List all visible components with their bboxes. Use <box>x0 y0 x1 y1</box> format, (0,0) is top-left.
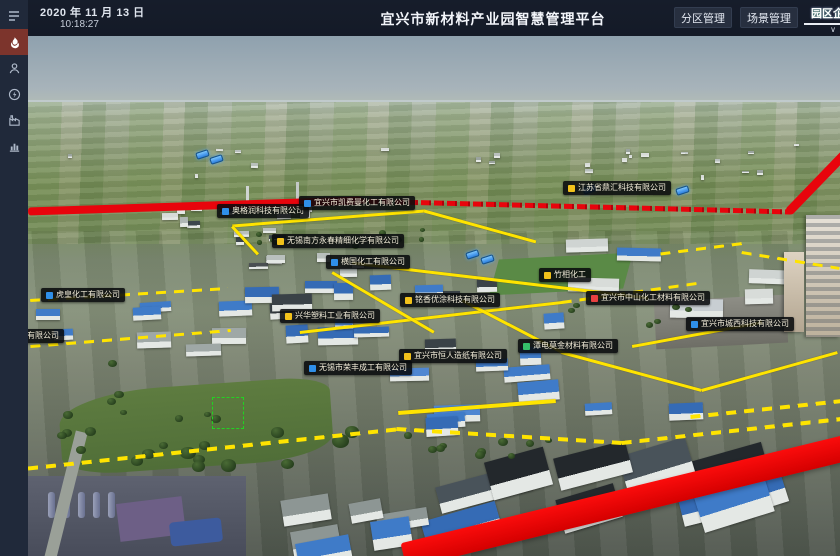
company-label-text: 无锡市荣丰成工有限公司 <box>319 363 407 373</box>
company-label-text: 铭香优涂科技有限公司 <box>415 295 495 305</box>
company-label[interactable]: 宜兴市恒人造纸有限公司 <box>399 349 507 363</box>
company-label[interactable]: 无锡南方永春精细化学有限公司 <box>272 234 404 248</box>
company-label[interactable]: 潭电莫金材料有限公司 <box>518 339 618 353</box>
app-window: 2020 年 11 月 13 日 10:18:27 宜兴市新材料产业园智慧管理平… <box>0 0 840 556</box>
company-label-text: 宜兴市城西科技有限公司 <box>701 319 789 329</box>
company-marker-icon <box>222 208 229 215</box>
company-marker-icon <box>277 238 284 245</box>
company-label[interactable]: 虎皇化工有限公司 <box>41 288 125 302</box>
company-marker-icon <box>591 295 598 302</box>
scene-management-button[interactable]: 场景管理 <box>740 7 798 28</box>
company-label-text: 江苏省鼎汇科技有限公司 <box>578 183 666 193</box>
map-label-layer: 奥格润科技有限公司宜兴市凯费曼化工有限公司无锡南方永春精细化学有限公司横国化工有… <box>28 36 840 556</box>
company-marker-icon <box>544 272 551 279</box>
company-label[interactable]: 江苏省鼎汇科技有限公司 <box>563 181 671 195</box>
company-marker-icon <box>404 353 411 360</box>
chevron-down-icon: ∨ <box>804 25 840 34</box>
bar-chart-icon-glyph <box>8 140 21 153</box>
park-enterprise-dropdown[interactable]: 园区企业 ∨ <box>804 5 840 31</box>
menu-icon-glyph <box>7 9 21 23</box>
company-marker-icon <box>309 365 316 372</box>
menu-icon[interactable] <box>0 3 28 29</box>
company-label-text: 竹相化工 <box>554 270 586 280</box>
company-label-text: 宜兴市恒人造纸有限公司 <box>414 351 502 361</box>
company-label[interactable]: 宜兴市中山化工材料有限公司 <box>586 291 710 305</box>
company-marker-icon <box>304 200 311 207</box>
power-icon[interactable] <box>0 81 28 107</box>
page-title: 宜兴市新材料产业园智慧管理平台 <box>298 9 688 29</box>
dropdown-label: 园区企业 <box>804 5 840 25</box>
fire-icon-glyph <box>8 36 21 49</box>
user-icon-glyph <box>8 62 21 75</box>
company-label-text: 宜兴市中山化工材料有限公司 <box>601 293 705 303</box>
factory-icon-glyph <box>8 114 21 127</box>
company-marker-icon <box>691 321 698 328</box>
header-date: 2020 年 11 月 13 日 <box>40 4 145 20</box>
company-label[interactable]: 兴华塑料工业有限公司 <box>280 309 380 323</box>
company-label-text: 宏博新材料科技有限公司 <box>28 331 59 341</box>
company-label-text: 潭电莫金材料有限公司 <box>533 341 613 351</box>
company-marker-icon <box>405 297 412 304</box>
company-label-text: 兴华塑料工业有限公司 <box>295 311 375 321</box>
fire-icon[interactable] <box>0 29 28 55</box>
left-toolbar <box>0 0 28 556</box>
company-marker-icon <box>285 313 292 320</box>
company-label[interactable]: 竹相化工 <box>539 268 591 282</box>
company-label[interactable]: 宜兴市凯费曼化工有限公司 <box>299 196 415 210</box>
company-marker-icon <box>46 292 53 299</box>
zone-management-button[interactable]: 分区管理 <box>674 7 732 28</box>
selection-box <box>212 397 244 429</box>
company-label[interactable]: 无锡市荣丰成工有限公司 <box>304 361 412 375</box>
power-icon-glyph <box>8 88 21 101</box>
company-marker-icon <box>568 185 575 192</box>
company-label-text: 宜兴市凯费曼化工有限公司 <box>314 198 410 208</box>
top-header: 2020 年 11 月 13 日 10:18:27 宜兴市新材料产业园智慧管理平… <box>28 0 840 36</box>
company-marker-icon <box>331 259 338 266</box>
company-label[interactable]: 横国化工有限公司 <box>326 255 410 269</box>
user-icon[interactable] <box>0 55 28 81</box>
header-time: 10:18:27 <box>60 19 99 30</box>
factory-icon[interactable] <box>0 107 28 133</box>
company-label-text: 虎皇化工有限公司 <box>56 290 120 300</box>
company-label-text: 无锡南方永春精细化学有限公司 <box>287 236 399 246</box>
bar-chart-icon[interactable] <box>0 133 28 159</box>
company-label-text: 奥格润科技有限公司 <box>232 206 304 216</box>
company-marker-icon <box>523 343 530 350</box>
company-label[interactable]: 宜兴市城西科技有限公司 <box>686 317 794 331</box>
company-label[interactable]: 铭香优涂科技有限公司 <box>400 293 500 307</box>
company-label[interactable]: 宏博新材料科技有限公司 <box>28 329 64 343</box>
company-label-text: 横国化工有限公司 <box>341 257 405 267</box>
company-label[interactable]: 奥格润科技有限公司 <box>217 204 309 218</box>
map-viewport[interactable]: 奥格润科技有限公司宜兴市凯费曼化工有限公司无锡南方永春精细化学有限公司横国化工有… <box>28 36 840 556</box>
